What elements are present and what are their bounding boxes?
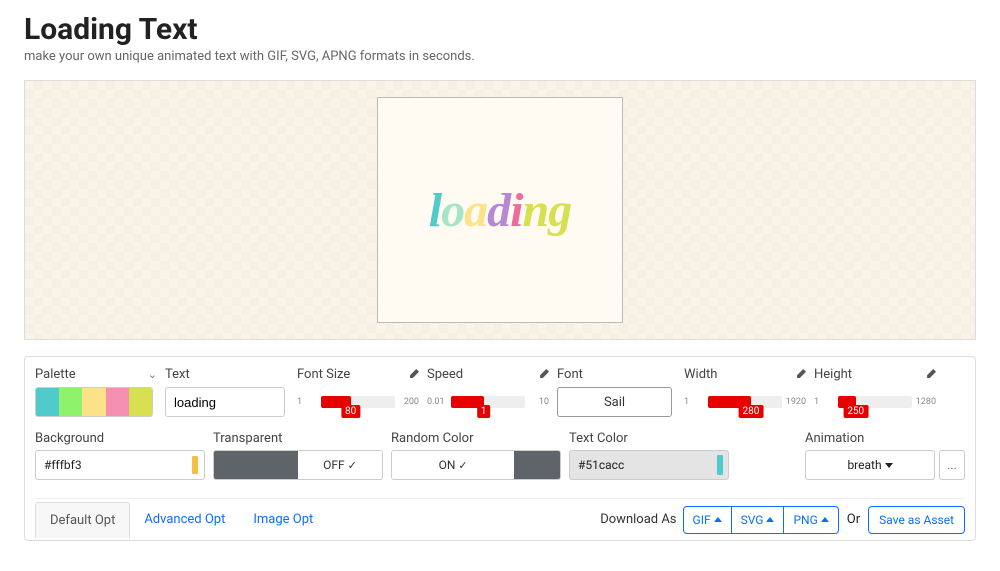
check-icon: ✓ xyxy=(458,459,467,472)
svg-label: SVG xyxy=(741,513,764,527)
download-gif-button[interactable]: GIF xyxy=(683,506,732,534)
width-slider[interactable]: 1 280 1920 xyxy=(684,387,806,417)
height-min: 1 xyxy=(814,397,838,407)
download-as-label: Download As xyxy=(600,512,676,527)
speed-max: 10 xyxy=(525,397,549,407)
font-label: Font xyxy=(557,367,583,382)
palette-swatches[interactable] xyxy=(35,387,153,417)
tab-image-opt[interactable]: Image Opt xyxy=(239,502,327,537)
edit-icon[interactable] xyxy=(795,369,806,380)
page-title: Loading Text xyxy=(24,12,976,47)
animation-select[interactable]: breath xyxy=(805,450,935,480)
fontsize-min: 1 xyxy=(297,397,321,407)
randomcolor-state: ON xyxy=(439,458,456,472)
height-max: 1280 xyxy=(912,397,936,407)
background-input[interactable]: #fffbf3 xyxy=(35,450,205,480)
palette-label: Palette xyxy=(35,367,76,382)
randomcolor-label: Random Color xyxy=(391,431,561,446)
height-label: Height xyxy=(814,367,852,382)
speed-label: Speed xyxy=(427,367,463,382)
caret-up-icon xyxy=(766,517,774,522)
tab-advanced-opt[interactable]: Advanced Opt xyxy=(130,502,239,537)
textcolor-value: #51cacc xyxy=(578,458,624,472)
download-svg-button[interactable]: SVG xyxy=(732,506,785,534)
text-label: Text xyxy=(165,367,190,382)
animation-value: breath xyxy=(847,458,881,472)
fontsize-max: 200 xyxy=(395,397,419,407)
preview-canvas: loading xyxy=(377,97,623,323)
edit-icon[interactable] xyxy=(538,369,549,380)
controls-panel: Palette ⌄ Text Font Size 1 xyxy=(24,356,976,541)
fontsize-slider[interactable]: 1 80 200 xyxy=(297,387,419,417)
caret-up-icon xyxy=(714,517,722,522)
speed-min: 0.01 xyxy=(427,397,451,407)
transparent-state: OFF xyxy=(323,458,345,472)
animation-label: Animation xyxy=(805,431,965,446)
width-max: 1920 xyxy=(782,397,806,407)
background-value: #fffbf3 xyxy=(44,458,82,472)
or-text: Or xyxy=(847,512,860,527)
randomcolor-toggle[interactable]: ON✓ xyxy=(391,450,561,480)
textcolor-label: Text Color xyxy=(569,431,729,446)
fontsize-value: 80 xyxy=(341,405,360,418)
width-label: Width xyxy=(684,367,717,382)
animation-more-button[interactable]: ... xyxy=(939,450,965,480)
background-label: Background xyxy=(35,431,205,446)
textcolor-input[interactable]: #51cacc xyxy=(569,450,729,480)
png-label: PNG xyxy=(793,513,817,527)
height-slider[interactable]: 1 250 1280 xyxy=(814,387,936,417)
preview-area: loading xyxy=(24,80,976,340)
speed-value: 1 xyxy=(477,405,491,418)
background-swatch-icon xyxy=(192,456,198,474)
width-min: 1 xyxy=(684,397,708,407)
text-input[interactable] xyxy=(165,387,285,417)
preview-text: loading xyxy=(429,183,571,238)
chevron-down-icon[interactable]: ⌄ xyxy=(148,368,157,381)
width-value: 280 xyxy=(738,405,763,418)
caret-down-icon xyxy=(885,463,893,468)
caret-up-icon xyxy=(821,517,829,522)
textcolor-swatch-icon xyxy=(717,455,723,475)
font-select[interactable]: Sail xyxy=(557,387,672,417)
page-subtitle: make your own unique animated text with … xyxy=(24,49,976,64)
gif-label: GIF xyxy=(693,513,711,527)
transparent-toggle[interactable]: OFF✓ xyxy=(213,450,383,480)
save-as-asset-button[interactable]: Save as Asset xyxy=(868,506,965,534)
download-png-button[interactable]: PNG xyxy=(784,506,838,534)
height-value: 250 xyxy=(843,405,868,418)
edit-icon[interactable] xyxy=(925,369,936,380)
transparent-label: Transparent xyxy=(213,431,383,446)
speed-slider[interactable]: 0.01 1 10 xyxy=(427,387,549,417)
fontsize-label: Font Size xyxy=(297,367,350,382)
tab-default-opt[interactable]: Default Opt xyxy=(35,502,130,538)
check-icon: ✓ xyxy=(348,459,357,472)
edit-icon[interactable] xyxy=(408,369,419,380)
